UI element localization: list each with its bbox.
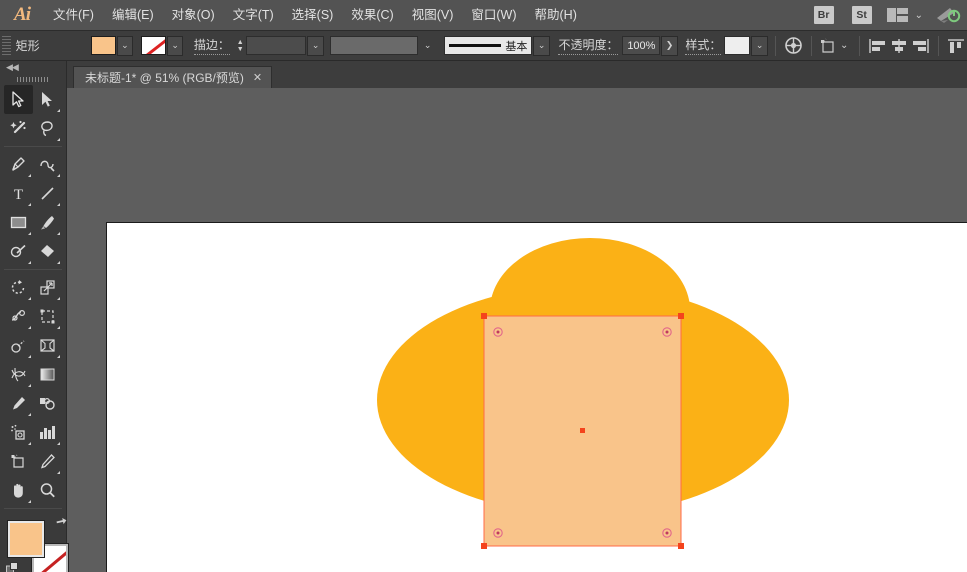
tool-separator [4, 146, 62, 147]
style-chevron-down-icon[interactable]: ⌄ [751, 35, 768, 56]
fill-dropdown-chevron-down-icon[interactable]: ⌄ [116, 35, 134, 56]
menu-edit[interactable]: 编辑(E) [103, 0, 163, 31]
opacity-label[interactable]: 不透明度： [558, 36, 619, 55]
menu-window[interactable]: 窗口(W) [462, 0, 525, 31]
zoom-tool[interactable] [33, 476, 62, 505]
app-logo: Ai [14, 4, 31, 25]
column-graph-tool[interactable] [33, 418, 62, 447]
control-bar-grip[interactable] [2, 35, 11, 56]
selection-tool[interactable] [4, 85, 33, 114]
eyedropper-tool[interactable] [4, 389, 33, 418]
tool-separator-3 [4, 508, 62, 509]
arrange-documents-icon[interactable] [886, 8, 909, 22]
menu-help[interactable]: 帮助(H) [526, 0, 586, 31]
control-divider-2 [810, 35, 812, 56]
tool-separator-2 [4, 269, 62, 270]
graphic-style-swatch[interactable] [724, 36, 751, 55]
scale-tool[interactable] [33, 273, 62, 302]
artboard-tool[interactable] [4, 447, 33, 476]
collapse-panel-icon[interactable]: ◀◀ [0, 61, 66, 74]
document-tab-bar: 未标题-1* @ 51% (RGB/预览) ✕ [0, 61, 967, 88]
svg-text:T: T [14, 187, 23, 202]
paintbrush-tool[interactable] [33, 208, 62, 237]
transform-chevron-down-icon[interactable]: ⌄ [840, 40, 848, 51]
document-tab-title: 未标题-1* @ 51% (RGB/预览) [85, 71, 244, 85]
stroke-weight-input[interactable] [246, 36, 307, 55]
stroke-swatch[interactable] [140, 36, 166, 55]
menu-select[interactable]: 选择(S) [283, 0, 343, 31]
align-top-icon[interactable] [946, 36, 967, 56]
fill-swatch[interactable] [90, 36, 116, 55]
rotate-tool[interactable] [4, 273, 33, 302]
menu-object[interactable]: 对象(O) [163, 0, 224, 31]
align-horizontal-center-icon[interactable] [889, 36, 910, 56]
illustrator-window: Ai 文件(F) 编辑(E) 对象(O) 文字(T) 选择(S) 效果(C) 视… [0, 0, 967, 572]
stock-search-icon[interactable] [935, 5, 961, 25]
tool-grid: T [0, 85, 66, 512]
opacity-options-button[interactable]: ❯ [661, 35, 678, 56]
blend-tool[interactable] [33, 389, 62, 418]
magic-wand-tool[interactable] [4, 114, 33, 143]
close-icon[interactable]: ✕ [253, 71, 262, 84]
menu-bar: Ai 文件(F) 编辑(E) 对象(O) 文字(T) 选择(S) 效果(C) 视… [0, 0, 967, 31]
artwork-layer [377, 238, 789, 549]
lasso-tool[interactable] [33, 114, 62, 143]
hand-tool[interactable] [4, 476, 33, 505]
control-options-bar: 矩形 ⌄ ⌄ 描边： ▲ ▼ ⌄ ⌄ 基本 ⌄ 不透明度： 100% ❯ 样式： … [0, 31, 967, 61]
stroke-weight-stepper[interactable]: ▲ ▼ [234, 36, 247, 56]
stroke-weight-chevron-down-icon[interactable]: ⌄ [307, 35, 324, 56]
pen-tool[interactable] [4, 150, 33, 179]
stroke-dropdown-chevron-down-icon[interactable]: ⌄ [166, 35, 184, 56]
menu-file[interactable]: 文件(F) [44, 0, 103, 31]
type-tool[interactable]: T [4, 179, 33, 208]
control-divider [774, 35, 776, 56]
selection-center-point [580, 428, 585, 433]
menu-effect[interactable]: 效果(C) [342, 0, 402, 31]
control-divider-3 [859, 35, 861, 56]
transform-icon[interactable] [819, 36, 840, 56]
tools-panel: ◀◀ T [0, 61, 69, 572]
control-divider-4 [937, 35, 939, 56]
rectangle-tool[interactable] [4, 208, 33, 237]
width-tool[interactable] [4, 302, 33, 331]
stock-button[interactable]: St [851, 6, 872, 24]
free-transform-tool[interactable] [33, 302, 62, 331]
brush-definition-label: 基本 [505, 40, 528, 53]
bridge-button[interactable]: Br [813, 6, 834, 24]
document-tab[interactable]: 未标题-1* @ 51% (RGB/预览) ✕ [73, 66, 273, 88]
chevron-down-icon[interactable]: ⌄ [915, 10, 923, 21]
recolor-artwork-icon[interactable] [783, 36, 804, 56]
direct-selection-tool[interactable] [33, 85, 62, 114]
align-right-icon[interactable] [910, 36, 931, 56]
menu-type[interactable]: 文字(T) [224, 0, 283, 31]
stroke-profile-chevron-down-icon: ⌄ [423, 40, 432, 50]
mesh-tool[interactable] [4, 360, 33, 389]
symbol-sprayer-tool[interactable] [4, 418, 33, 447]
menu-bar-right-cluster: Br St ⌄ [805, 5, 967, 25]
opacity-input[interactable]: 100% [622, 36, 661, 55]
stroke-profile-input[interactable] [329, 36, 419, 55]
eraser-tool[interactable] [33, 237, 62, 266]
tools-panel-grip[interactable] [0, 74, 66, 85]
align-left-icon[interactable] [867, 36, 888, 56]
curvature-tool[interactable] [33, 150, 62, 179]
line-segment-tool[interactable] [33, 179, 62, 208]
gradient-tool[interactable] [33, 360, 62, 389]
selected-object-type: 矩形 [15, 39, 40, 53]
shape-builder-tool[interactable] [4, 331, 33, 360]
menu-view[interactable]: 视图(V) [403, 0, 463, 31]
brush-chevron-down-icon[interactable]: ⌄ [533, 35, 550, 56]
brush-definition-selector[interactable]: 基本 [443, 36, 533, 55]
swap-fill-stroke-icon[interactable] [55, 516, 69, 530]
slice-tool[interactable] [33, 447, 62, 476]
shaper-tool[interactable] [4, 237, 33, 266]
brush-stroke-preview [448, 44, 501, 47]
fill-stroke-indicator [6, 517, 69, 572]
perspective-grid-tool[interactable] [33, 331, 62, 360]
style-label[interactable]: 样式： [685, 36, 722, 55]
default-fill-stroke-icon[interactable] [6, 562, 20, 572]
canvas-area[interactable] [67, 88, 967, 572]
stroke-weight-label[interactable]: 描边： [193, 36, 230, 55]
fill-indicator-swatch[interactable] [7, 520, 45, 558]
